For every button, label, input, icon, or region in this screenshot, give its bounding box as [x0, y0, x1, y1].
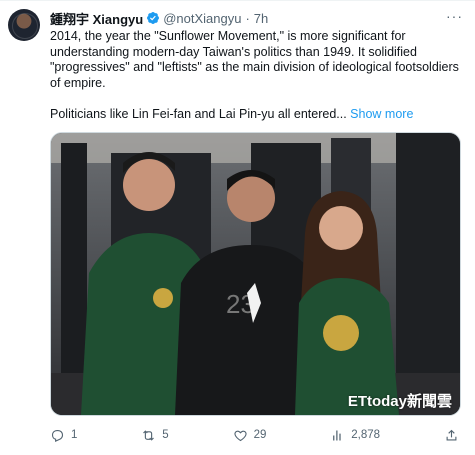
retweet-button[interactable]: 5: [141, 428, 169, 443]
reply-icon: [51, 429, 64, 442]
tweet-content: 鍾翔宇 Xiangyu @notXiangyu · 7h ··· 2014, t…: [50, 9, 463, 122]
tweet-text: 2014, the year the "Sunflower Movement,"…: [50, 29, 465, 122]
tweet-header: 鍾翔宇 Xiangyu @notXiangyu · 7h: [50, 9, 463, 27]
reply-button[interactable]: 1: [50, 428, 77, 443]
share-icon: [446, 429, 457, 440]
retweet-icon: [143, 429, 155, 441]
heart-icon: [234, 430, 247, 441]
display-name[interactable]: 鍾翔宇 Xiangyu: [50, 9, 143, 28]
reply-count: 1: [71, 429, 78, 441]
like-count: 29: [253, 429, 267, 441]
avatar[interactable]: [8, 9, 40, 41]
handle[interactable]: @notXiangyu: [163, 11, 241, 26]
tweet[interactable]: 鍾翔宇 Xiangyu @notXiangyu · 7h ··· 2014, t…: [0, 0, 475, 455]
media-watermark: ETtoday新聞雲: [347, 393, 452, 410]
retweet-count: 5: [162, 429, 169, 441]
views-count: 2,878: [351, 429, 381, 441]
tweet-actions: 1 5 29 2,878: [50, 425, 459, 445]
tweet-photo[interactable]: 23 ETtoday新聞雲: [50, 132, 461, 416]
separator: ·: [245, 10, 250, 26]
views-button[interactable]: 2,878: [330, 428, 380, 443]
timestamp[interactable]: 7h: [254, 11, 268, 26]
photo-illustration: 23: [51, 133, 460, 415]
views-bar-chart-icon: [333, 430, 341, 440]
like-button[interactable]: 29: [233, 428, 267, 443]
show-more-link[interactable]: Show more: [350, 107, 413, 121]
verified-badge-icon: [146, 11, 160, 25]
more-options-icon[interactable]: ···: [446, 9, 463, 23]
share-button[interactable]: [444, 428, 459, 443]
